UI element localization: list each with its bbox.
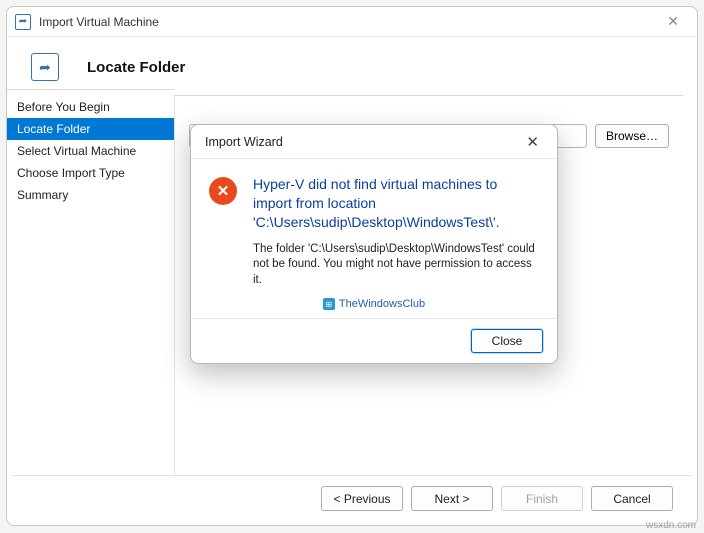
sidebar-item-before-you-begin[interactable]: Before You Begin [7, 96, 174, 118]
dialog-main-message: Hyper-V did not find virtual machines to… [253, 175, 539, 232]
attribution: wsxdn.com [646, 520, 696, 531]
watermark-text: TheWindowsClub [339, 298, 425, 310]
watermark-icon: ⊞ [323, 298, 335, 310]
dialog-titlebar: Import Wizard ✕ [191, 125, 557, 159]
wizard-header: ➦ Locate Folder [7, 37, 697, 89]
previous-button[interactable]: < Previous [321, 486, 403, 511]
wizard-sidebar: Before You Begin Locate Folder Select Vi… [7, 89, 174, 475]
wizard-footer: < Previous Next > Finish Cancel [13, 475, 691, 525]
browse-button[interactable]: Browse… [595, 124, 669, 148]
finish-button: Finish [501, 486, 583, 511]
dialog-footer: Close [191, 318, 557, 363]
next-button[interactable]: Next > [411, 486, 493, 511]
sidebar-item-summary[interactable]: Summary [7, 184, 174, 206]
page-icon: ➦ [31, 53, 59, 81]
error-icon: ✕ [209, 177, 237, 205]
error-dialog: Import Wizard ✕ ✕ Hyper-V did not find v… [190, 124, 558, 364]
dialog-message: Hyper-V did not find virtual machines to… [253, 175, 539, 288]
sidebar-item-choose-import-type[interactable]: Choose Import Type [7, 162, 174, 184]
cancel-button[interactable]: Cancel [591, 486, 673, 511]
titlebar: ➦ Import Virtual Machine ✕ [7, 7, 697, 37]
dialog-sub-message: The folder 'C:\Users\sudip\Desktop\Windo… [253, 242, 539, 289]
watermark: ⊞ TheWindowsClub [191, 296, 557, 318]
dialog-title: Import Wizard [205, 135, 283, 149]
window-title: Import Virtual Machine [39, 15, 159, 29]
app-icon: ➦ [15, 14, 31, 30]
page-title: Locate Folder [87, 59, 185, 76]
sidebar-item-locate-folder[interactable]: Locate Folder [7, 118, 174, 140]
dialog-body: ✕ Hyper-V did not find virtual machines … [191, 159, 557, 296]
sidebar-item-select-vm[interactable]: Select Virtual Machine [7, 140, 174, 162]
dialog-close-button[interactable]: Close [471, 329, 543, 353]
close-icon[interactable]: ✕ [657, 9, 689, 34]
dialog-close-icon[interactable]: ✕ [518, 131, 547, 153]
